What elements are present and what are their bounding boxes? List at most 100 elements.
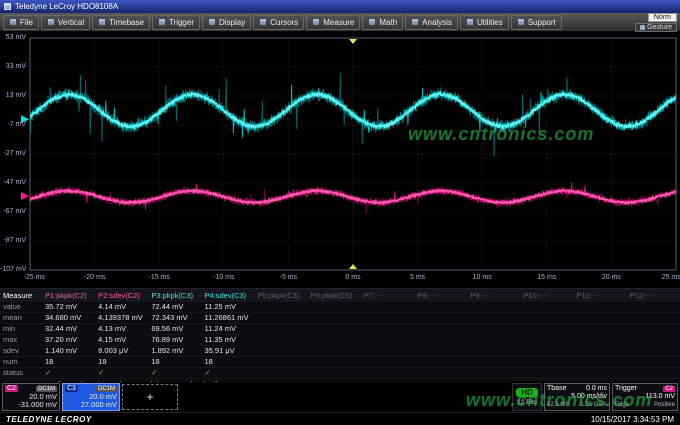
menu-item-math[interactable]: Math xyxy=(362,15,403,30)
timebase-icon xyxy=(98,18,106,26)
measure-cell xyxy=(308,357,361,368)
measure-status-cell xyxy=(308,368,361,379)
y-axis-label: -47 mV xyxy=(0,179,26,187)
measure-col-header[interactable]: P7:- - xyxy=(361,290,414,302)
menu-item-label: Utilities xyxy=(477,18,503,27)
channel-boxes: C2DC1M20.0 mV-31.000 mVC3DC1M20.0 mV27.0… xyxy=(2,383,120,411)
measure-cell: 18 xyxy=(201,357,254,368)
measure-status-cell: ✓ xyxy=(42,368,95,379)
measure-cell: 35.72 mV xyxy=(42,302,95,313)
measure-status-cell xyxy=(255,368,308,379)
menu-item-file[interactable]: File xyxy=(3,15,39,30)
channel-offset-marker-c2[interactable] xyxy=(21,192,29,200)
teledyne-lecroy-logo: TELEDYNE LECROY xyxy=(6,415,92,424)
channel-descriptor-c3[interactable]: C3DC1M20.0 mV27.000 mV xyxy=(62,383,120,411)
measure-cell xyxy=(308,324,361,335)
measure-panel: MeasureP1:pkpk(C2)P2:sdev(C2)P3:pkpk(C3)… xyxy=(0,288,680,382)
analysis-icon xyxy=(411,18,419,26)
measure-cell xyxy=(361,346,414,357)
add-channel-button[interactable]: + xyxy=(122,384,178,410)
utilities-icon xyxy=(466,18,474,26)
measure-col-header[interactable]: P10:- - xyxy=(520,290,573,302)
menu-item-utilities[interactable]: Utilities xyxy=(460,15,509,30)
channel-descriptor-c2[interactable]: C2DC1M20.0 mV-31.000 mV xyxy=(2,383,60,411)
menu-item-timebase[interactable]: Timebase xyxy=(92,15,150,30)
measure-col-header[interactable]: P11:- - xyxy=(574,290,627,302)
trigger-source-chip: C2 xyxy=(663,386,675,392)
measure-cell: 4.14 mV xyxy=(95,302,148,313)
file-icon xyxy=(9,18,17,26)
measure-cell: 37.20 mV xyxy=(42,335,95,346)
norm-button[interactable]: Norm xyxy=(648,13,677,22)
measure-col-header[interactable]: P1:pkpk(C2) xyxy=(42,290,95,302)
timebase-label: Tbase xyxy=(547,385,566,392)
measure-col-header[interactable]: P6:pkpk(C5) xyxy=(308,290,361,302)
menu-item-support[interactable]: Support xyxy=(511,15,562,30)
x-axis-label: 0 ms xyxy=(345,274,360,282)
menu-item-vertical[interactable]: Vertical xyxy=(41,15,90,30)
support-icon xyxy=(517,18,525,26)
y-axis-label: 13 mV xyxy=(0,92,26,100)
descriptor-row: C2DC1M20.0 mV-31.000 mVC3DC1M20.0 mV27.0… xyxy=(0,382,680,412)
measure-col-header[interactable]: P3:pkpk(C3) xyxy=(148,290,201,302)
x-axis-label: -10 ms xyxy=(213,274,234,282)
x-axis-label: 15 ms xyxy=(537,274,556,282)
measure-panel-title: Measure xyxy=(0,290,42,302)
timebase-rate: 1.25 GS/s xyxy=(580,402,607,409)
measure-col-header[interactable]: P12:- - xyxy=(627,290,680,302)
timebase-descriptor[interactable]: Tbase 0.0 ms 5.00 ms/div 62.5 MS 1.25 GS… xyxy=(544,383,610,411)
timebase-samples: 62.5 MS xyxy=(547,402,569,409)
measure-col-header[interactable]: P9:- - xyxy=(467,290,520,302)
menu-item-analysis[interactable]: Analysis xyxy=(405,15,458,30)
measure-cell: 4.13 mV xyxy=(95,324,148,335)
measure-cell: 18 xyxy=(148,357,201,368)
menu-item-trigger[interactable]: Trigger xyxy=(152,15,200,30)
measure-cell xyxy=(520,313,573,324)
cursors-icon xyxy=(259,18,267,26)
measure-col-header[interactable]: P4:sdev(C3) xyxy=(201,290,254,302)
y-axis-label: -67 mV xyxy=(0,208,26,216)
measure-cell: 11.25 mV xyxy=(201,302,254,313)
measure-cell xyxy=(520,324,573,335)
measure-table: MeasureP1:pkpk(C2)P2:sdev(C2)P3:pkpk(C3)… xyxy=(0,289,680,390)
title-bar: Teledyne LeCroy HDO8108A xyxy=(0,0,680,13)
acquisition-group: HD 12 Bits Tbase 0.0 ms 5.00 ms/div 62.5… xyxy=(512,383,678,411)
gesture-icon xyxy=(640,25,645,30)
measure-cell: 69.56 mV xyxy=(148,324,201,335)
hd-resolution-box: HD 12 Bits xyxy=(512,383,542,411)
measure-col-header[interactable]: P8:- - xyxy=(414,290,467,302)
measure-cell xyxy=(361,302,414,313)
y-axis-label: 33 mV xyxy=(0,63,26,71)
menu-item-display[interactable]: Display xyxy=(202,15,251,30)
measure-cell: 72.343 mV xyxy=(148,313,201,324)
measure-cell: 4.139378 mV xyxy=(95,313,148,324)
measure-col-header[interactable]: P5:pkpk(C3) xyxy=(255,290,308,302)
menu-item-label: File xyxy=(20,18,33,27)
menu-item-label: Analysis xyxy=(422,18,452,27)
measure-cell xyxy=(255,346,308,357)
menu-item-cursors[interactable]: Cursors xyxy=(253,15,304,30)
datetime-display: 10/15/2017 3:34:53 PM xyxy=(591,415,674,424)
measure-cell: 11.35 mV xyxy=(201,335,254,346)
measure-cell xyxy=(308,313,361,324)
trigger-descriptor[interactable]: Trigger C2 113.0 mV Edge Positive xyxy=(612,383,678,411)
hd-badge: HD xyxy=(516,388,538,397)
gesture-button[interactable]: Gesture xyxy=(635,23,677,32)
measure-row-label: max xyxy=(0,335,42,346)
measure-cell xyxy=(361,324,414,335)
measure-cell xyxy=(467,346,520,357)
x-axis-label: 20 ms xyxy=(602,274,621,282)
trigger-type: Edge xyxy=(615,402,629,409)
menu-item-measure[interactable]: Measure xyxy=(306,15,360,30)
channel-id-badge: C2 xyxy=(5,385,18,392)
measure-status-cell xyxy=(467,368,520,379)
y-axis-label: -87 mV xyxy=(0,237,26,245)
measure-cell xyxy=(255,313,308,324)
measure-cell: 8.003 μV xyxy=(95,346,148,357)
waveform-display[interactable]: www.cntronics.com 53 mV33 mV13 mV-7 mV-2… xyxy=(0,32,680,288)
measure-cell xyxy=(467,324,520,335)
y-axis-label: -107 mV xyxy=(0,266,26,274)
measure-cell xyxy=(255,324,308,335)
menu-item-label: Trigger xyxy=(169,18,194,27)
measure-col-header[interactable]: P2:sdev(C2) xyxy=(95,290,148,302)
